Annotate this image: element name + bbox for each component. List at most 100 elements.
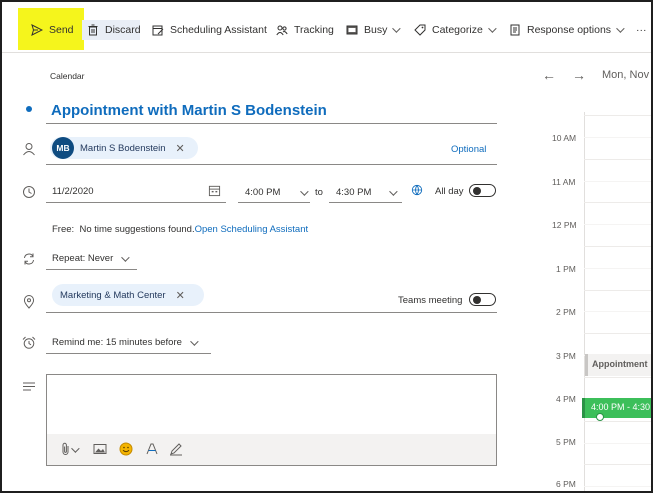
person-icon <box>22 142 36 156</box>
reminder-underline <box>46 353 211 354</box>
half-hour-gridline <box>584 181 651 182</box>
hour-label: 6 PM <box>556 479 576 489</box>
half-hour-gridline <box>584 224 651 225</box>
hour-gridline <box>584 115 651 116</box>
chevron-down-icon <box>616 24 625 33</box>
new-event-preview[interactable]: 4:00 PM - 4:30 <box>582 398 651 418</box>
hour-gridline <box>584 464 651 465</box>
pen-icon[interactable] <box>169 442 185 458</box>
response-options-label: Response options <box>527 24 612 36</box>
time-suggestion: Free: No time suggestions found.Open Sch… <box>52 224 308 235</box>
open-scheduling-assistant-link[interactable]: Open Scheduling Assistant <box>195 224 309 235</box>
calendar-day-header: ← → Mon, Nov <box>542 66 649 84</box>
trash-icon <box>86 23 100 37</box>
day-date-label: Mon, Nov <box>602 69 650 81</box>
tracking-button[interactable]: Tracking <box>275 21 334 39</box>
teams-meeting-toggle[interactable] <box>469 293 496 306</box>
chevron-down-icon <box>300 186 310 196</box>
response-options-dropdown[interactable]: Response options <box>508 21 625 39</box>
image-icon[interactable] <box>93 442 109 458</box>
calendar-color-dot <box>26 106 32 112</box>
half-hour-gridline <box>584 137 651 138</box>
more-actions-button[interactable]: ··· <box>636 21 647 39</box>
arrow-left-icon[interactable]: ← <box>542 67 556 83</box>
hour-label: 11 AM <box>552 177 576 187</box>
tag-icon <box>413 23 427 37</box>
hour-gridline <box>584 377 651 378</box>
end-time-underline <box>329 202 402 203</box>
title-underline <box>46 123 497 124</box>
toolbar: Send Discard Scheduling Assistant Tracki… <box>2 2 651 52</box>
end-time-value: 4:30 PM <box>336 187 372 198</box>
hour-gridline <box>584 333 651 334</box>
end-time-dropdown[interactable]: 4:30 PM <box>336 186 399 198</box>
hour-gridline <box>584 290 651 291</box>
all-day-label: All day <box>435 186 464 197</box>
emoji-icon[interactable] <box>119 442 135 458</box>
repeat-dropdown[interactable]: Repeat: Never <box>52 252 130 264</box>
half-hour-gridline <box>584 443 651 444</box>
hour-gridline <box>584 421 651 422</box>
half-hour-gridline <box>584 268 651 269</box>
format-painter-icon[interactable] <box>145 442 161 458</box>
notes-editor[interactable] <box>46 374 497 466</box>
alarm-clock-icon <box>22 336 36 350</box>
chevron-down-icon <box>389 186 399 196</box>
hour-gridline <box>584 246 651 247</box>
hour-label: 12 PM <box>552 220 577 230</box>
discard-button[interactable]: Discard <box>86 21 141 39</box>
event-title-input[interactable]: Appointment with Martin S Bodenstein <box>51 102 327 119</box>
start-date-underline <box>46 202 226 203</box>
calendar-label: Calendar <box>50 71 85 81</box>
calendar-grid-line <box>584 112 585 491</box>
discard-label: Discard <box>105 24 141 36</box>
status-busy-icon <box>345 23 359 37</box>
hour-label: 10 AM <box>552 133 577 143</box>
start-date-input[interactable]: 11/2/2020 <box>52 186 94 197</box>
avatar: MB <box>52 137 74 159</box>
event-compose-window: Send Discard Scheduling Assistant Tracki… <box>0 0 653 493</box>
teams-meeting-label: Teams meeting <box>398 295 463 306</box>
start-time-dropdown[interactable]: 4:00 PM <box>245 186 310 198</box>
busy-label: Busy <box>364 24 388 36</box>
chevron-down-icon[interactable] <box>71 444 87 461</box>
hour-gridline <box>584 159 651 160</box>
send-button[interactable]: Send <box>30 21 74 39</box>
suggestion-text: No time suggestions found. <box>79 224 195 235</box>
all-day-toggle[interactable] <box>469 184 496 197</box>
editor-toolbar <box>47 434 496 465</box>
hour-gridline <box>584 202 651 203</box>
clock-icon <box>22 185 36 199</box>
repeat-icon <box>22 252 36 266</box>
busy-dropdown[interactable]: Busy <box>345 21 402 39</box>
resize-handle[interactable] <box>596 413 604 421</box>
existing-event[interactable]: Appointment <box>585 354 651 376</box>
reminder-dropdown[interactable]: Remind me: 15 minutes before <box>52 336 199 348</box>
toolbar-divider <box>2 52 651 53</box>
chevron-down-icon <box>121 252 130 262</box>
close-icon[interactable]: ✕ <box>176 289 185 302</box>
repeat-underline <box>46 269 137 270</box>
start-time-underline <box>238 202 310 203</box>
location-pill[interactable]: Marketing & Math Center ✕ <box>52 284 204 306</box>
hour-label: 1 PM <box>556 264 576 274</box>
categorize-dropdown[interactable]: Categorize <box>413 21 497 39</box>
half-hour-gridline <box>584 311 651 312</box>
to-label: to <box>315 187 323 198</box>
reminder-value: Remind me: 15 minutes before <box>52 337 182 348</box>
hour-label: 3 PM <box>556 351 576 361</box>
text-lines-icon <box>22 380 36 394</box>
close-icon[interactable]: ✕ <box>176 142 185 155</box>
more-icon: ··· <box>636 24 647 36</box>
hour-label: 2 PM <box>556 307 576 317</box>
chevron-down-icon <box>190 336 199 346</box>
time-zone-icon[interactable] <box>411 184 425 198</box>
arrow-right-icon[interactable]: → <box>572 67 586 83</box>
scheduling-assistant-button[interactable]: Scheduling Assistant <box>151 21 267 39</box>
free-label: Free: <box>52 224 75 235</box>
calendar-icon[interactable] <box>208 184 222 198</box>
send-label: Send <box>49 24 74 36</box>
half-hour-gridline <box>584 486 651 487</box>
location-underline <box>46 312 497 313</box>
optional-attendees-link[interactable]: Optional <box>451 144 486 155</box>
